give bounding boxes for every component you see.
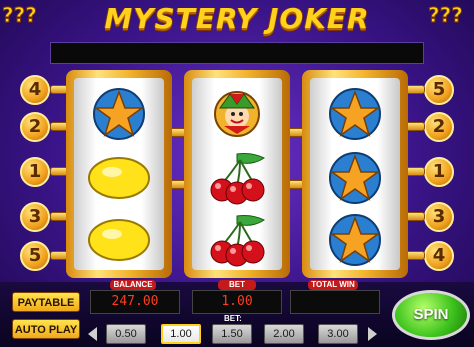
payline-connector [405,167,425,176]
bet-display: 1.00 [192,290,282,314]
total-win-display [290,290,380,314]
star-icon [93,88,145,140]
bet-selector-label: BET: [224,314,242,323]
bet-option-button[interactable]: 1.00 [161,324,201,344]
payline-button[interactable]: 1 [20,157,50,187]
bet-option-button[interactable]: 2.00 [264,324,304,344]
payline-connector [405,251,425,260]
star-icon [329,152,381,204]
payline-connector [405,122,425,131]
payline-button[interactable]: 5 [424,75,454,105]
star-icon [329,214,381,266]
reel-3 [302,70,408,278]
bet-decrease-arrow-icon[interactable] [88,327,97,341]
cherries-icon [210,215,265,267]
payline-button[interactable]: 3 [424,202,454,232]
balance-label: BALANCE [110,280,156,290]
star-icon [329,88,381,140]
payline-connector [405,85,425,94]
cherries-icon [210,153,265,205]
payline-button[interactable]: 2 [20,112,50,142]
total-win-label: TOTAL WIN [308,280,358,290]
autoplay-button[interactable]: AUTO PLAY [12,319,80,339]
bet-option-button[interactable]: 3.00 [318,324,358,344]
payline-button[interactable]: 5 [20,241,50,271]
spin-button[interactable]: SPIN [392,290,470,340]
lemon-icon [88,157,150,199]
payline-button[interactable]: 3 [20,202,50,232]
balance-display: 247.00 [90,290,180,314]
paytable-button[interactable]: PAYTABLE [12,292,80,312]
bet-option-button[interactable]: 0.50 [106,324,146,344]
payline-button[interactable]: 4 [20,75,50,105]
reel-2 [184,70,290,278]
message-bar [50,42,424,64]
payline-button[interactable]: 4 [424,241,454,271]
bet-increase-arrow-icon[interactable] [368,327,377,341]
payline-connector [405,212,425,221]
bet-label: BET [218,280,256,290]
bet-option-button[interactable]: 1.50 [212,324,252,344]
game-title: MYSTERY JOKER [104,2,370,35]
reel-1 [66,70,172,278]
payline-button[interactable]: 2 [424,112,454,142]
payline-button[interactable]: 1 [424,157,454,187]
lemon-icon [88,219,150,261]
joker-icon [214,91,260,137]
